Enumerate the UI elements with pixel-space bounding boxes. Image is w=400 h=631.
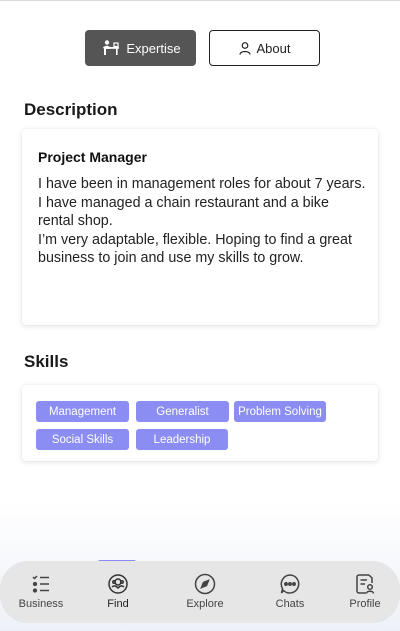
skills-heading: Skills <box>24 352 69 371</box>
nav-item-chats[interactable]: Chats <box>258 573 322 610</box>
skill-chip: Social Skills <box>36 429 129 450</box>
about-tab-button[interactable]: About <box>209 30 320 66</box>
nav-label-explore: Explore <box>186 598 224 610</box>
description-heading: Description <box>24 100 118 119</box>
description-card: Project Manager I have been in managemen… <box>22 129 378 325</box>
chat-bubble-icon <box>258 573 322 595</box>
description-text: I have been in management roles for abou… <box>38 176 366 266</box>
find-wheel-icon <box>86 573 150 595</box>
about-label: About <box>256 40 291 56</box>
nav-label-business: Business <box>18 598 64 610</box>
desk-person-icon <box>100 40 120 56</box>
person-icon <box>238 41 251 55</box>
skills-card: Management Generalist Problem Solving So… <box>22 385 378 461</box>
nav-item-business[interactable]: Business <box>9 573 73 610</box>
expertise-label: Expertise <box>126 40 181 56</box>
role-title: Project Manager <box>38 149 147 165</box>
top-divider <box>0 0 400 1</box>
nav-label-profile: Profile <box>349 598 381 610</box>
skill-chip: Problem Solving <box>234 401 326 422</box>
bottom-navigation: Business Find Explore Chats Profile <box>0 561 400 623</box>
skill-chip: Leadership <box>136 429 228 450</box>
profile-toggle: Expertise About <box>0 30 400 67</box>
nav-item-profile[interactable]: Profile <box>333 573 397 610</box>
skill-chip: Generalist <box>136 401 229 422</box>
skill-chip: Management <box>36 401 129 422</box>
checklist-icon <box>9 573 73 595</box>
nav-item-explore[interactable]: Explore <box>173 573 237 610</box>
nav-item-find[interactable]: Find <box>86 573 150 610</box>
nav-label-find: Find <box>107 598 129 610</box>
expertise-tab-button[interactable]: Expertise <box>85 30 196 66</box>
nav-label-chats: Chats <box>275 598 305 610</box>
profile-document-icon <box>333 573 397 595</box>
compass-icon <box>173 573 237 595</box>
